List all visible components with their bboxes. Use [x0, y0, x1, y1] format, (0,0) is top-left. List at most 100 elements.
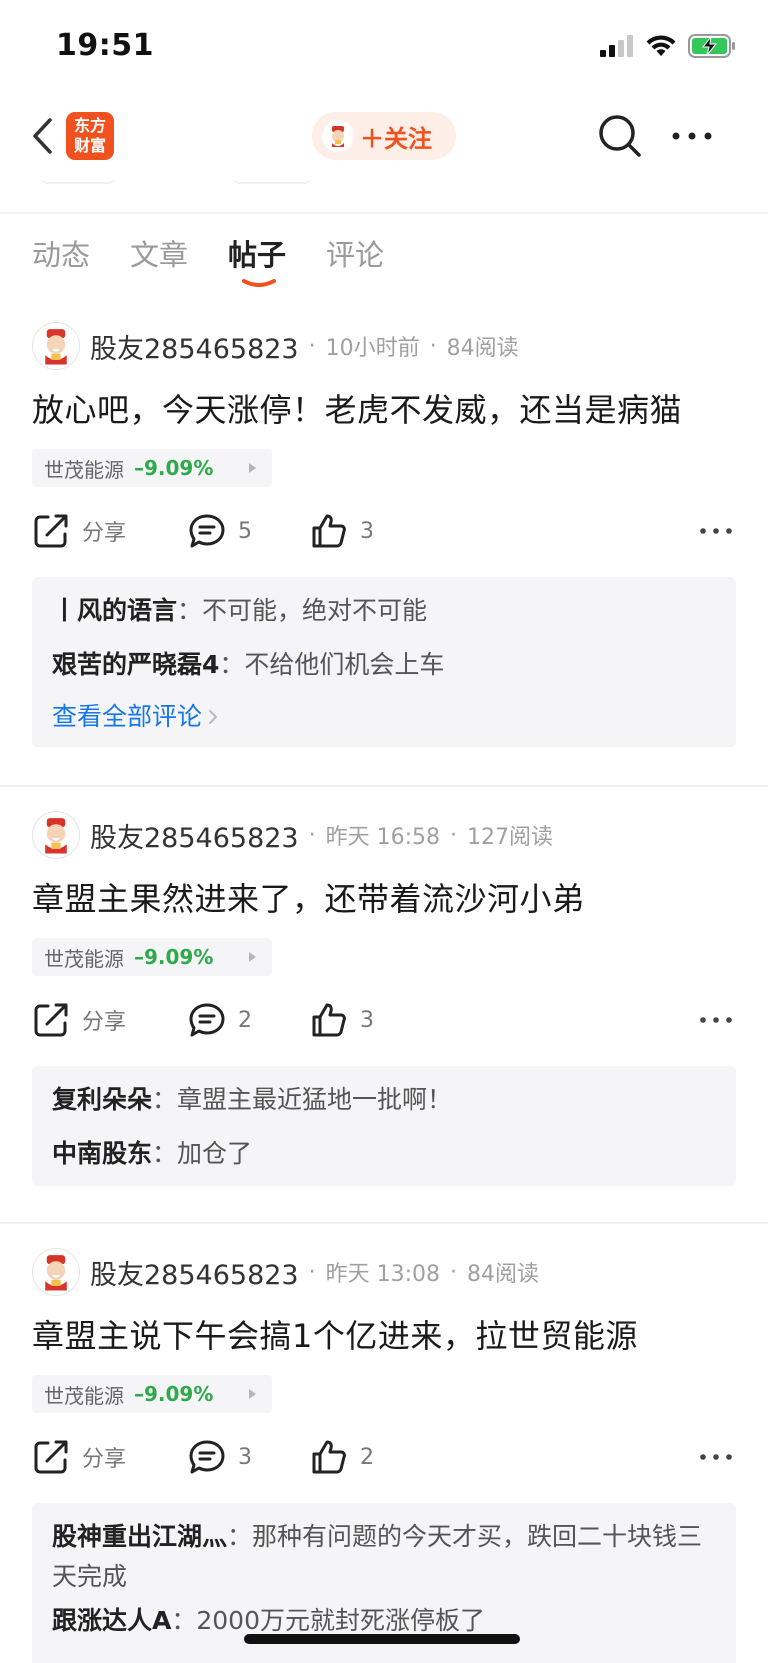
comment-text: ：2000万元就封死涨停板了 — [171, 1606, 485, 1635]
comment-preview[interactable]: 复利朵朵：章盟主最近猛地一批啊！ 中南股东：加仓了 — [32, 1066, 736, 1186]
meta-separator: · — [308, 822, 316, 848]
comment-button[interactable]: 2 — [188, 996, 252, 1044]
post-more-button[interactable] — [696, 1000, 736, 1040]
post-more-button[interactable] — [696, 511, 736, 551]
post-header: 股友285465823 · 昨天 13:08 · 84阅读 — [32, 1247, 539, 1297]
comment-button[interactable]: 3 — [188, 1433, 252, 1481]
profile-tabs: 动态 文章 帖子 评论 — [32, 232, 384, 288]
post-divider — [0, 785, 768, 787]
fortune-god-avatar-icon — [45, 329, 67, 365]
avatar[interactable] — [32, 811, 80, 859]
caret-right-icon — [249, 952, 256, 962]
meta-separator: · — [429, 333, 437, 359]
search-button[interactable] — [596, 112, 644, 160]
tab-comments[interactable]: 评论 — [326, 232, 384, 288]
tab-dynamics[interactable]: 动态 — [32, 232, 90, 288]
post-actions: 分享 3 2 — [32, 1433, 736, 1481]
post-header: 股友285465823 · 10小时前 · 84阅读 — [32, 321, 519, 371]
caret-right-icon — [249, 1389, 256, 1399]
view-all-comments-link[interactable]: 查看全部评论 — [52, 699, 716, 735]
stock-name: 世茂能源 — [44, 457, 124, 482]
thumbs-up-icon — [312, 514, 346, 548]
comment-user: 跟涨达人A — [52, 1606, 172, 1635]
post-card[interactable]: 股友285465823 · 昨天 16:58 · 127阅读 章盟主果然进来了，… — [0, 810, 768, 1210]
post-title[interactable]: 章盟主说下午会搞1个亿进来，拉世贸能源 — [32, 1311, 638, 1357]
app-logo[interactable]: 东方 财富 — [66, 112, 114, 160]
comment-count: 2 — [238, 1007, 252, 1033]
stock-tag[interactable]: 世茂能源 –9.09% — [32, 938, 272, 976]
tab-articles[interactable]: 文章 — [130, 232, 188, 288]
share-label: 分享 — [82, 521, 127, 546]
like-button[interactable]: 2 — [310, 1433, 374, 1481]
meta-separator: · — [450, 822, 458, 848]
chevron-right-icon — [209, 710, 218, 724]
username[interactable]: 股友285465823 — [90, 327, 299, 366]
post-title[interactable]: 放心吧，今天涨停！老虎不发威，还当是病猫 — [32, 385, 682, 431]
post-time: 昨天 16:58 — [325, 825, 441, 850]
divider — [0, 212, 768, 214]
stock-name: 世茂能源 — [44, 946, 124, 971]
stock-tag[interactable]: 世茂能源 –9.09% — [32, 1375, 272, 1413]
avatar[interactable] — [32, 1248, 80, 1296]
like-count: 2 — [360, 1444, 374, 1470]
share-label: 分享 — [82, 1447, 127, 1472]
like-button[interactable]: 3 — [310, 996, 374, 1044]
stock-name: 世茂能源 — [44, 1383, 124, 1408]
back-button[interactable] — [24, 114, 60, 158]
caret-right-icon — [249, 463, 256, 473]
comment-item[interactable]: 股神重出江湖灬：那种有问题的今天才买，跌回二十块钱三天完成 — [52, 1517, 716, 1597]
comment-preview[interactable]: 丨风的语言：不可能，绝对不可能 艰苦的严晓磊4：不给他们机会上车 查看全部评论 — [32, 577, 736, 747]
more-horizontal-icon — [700, 1454, 732, 1460]
more-button[interactable] — [668, 116, 716, 156]
comment-button[interactable]: 5 — [188, 507, 252, 555]
comment-user: 股神重出江湖灬 — [52, 1522, 228, 1551]
view-all-label: 查看全部评论 — [52, 702, 203, 731]
post-header: 股友285465823 · 昨天 16:58 · 127阅读 — [32, 810, 553, 860]
username[interactable]: 股友285465823 — [90, 816, 299, 855]
user-avatar-small — [322, 120, 354, 152]
share-icon — [34, 1003, 68, 1037]
stock-change: –9.09% — [134, 456, 214, 480]
share-label: 分享 — [82, 1010, 127, 1035]
post-time: 10小时前 — [325, 336, 420, 361]
post-card[interactable]: 股友285465823 · 10小时前 · 84阅读 放心吧，今天涨停！老虎不发… — [0, 321, 768, 761]
comment-icon — [189, 514, 225, 548]
follow-label: ＋关注 — [360, 124, 432, 153]
post-title[interactable]: 章盟主果然进来了，还带着流沙河小弟 — [32, 874, 585, 920]
share-button[interactable]: 分享 — [32, 507, 126, 555]
chevron-left-icon — [33, 118, 52, 154]
stock-tag[interactable]: 世茂能源 –9.09% — [32, 449, 272, 487]
more-horizontal-icon — [700, 528, 732, 534]
comment-item[interactable]: 中南股东：加仓了 — [52, 1134, 716, 1174]
meta-separator: · — [308, 333, 316, 359]
fortune-god-avatar-icon — [45, 818, 67, 854]
stock-change: –9.09% — [134, 945, 214, 969]
meta-separator: · — [308, 1259, 316, 1285]
post-actions: 分享 2 3 — [32, 996, 736, 1044]
post-card[interactable]: 股友285465823 · 昨天 13:08 · 84阅读 章盟主说下午会搞1个… — [0, 1247, 768, 1663]
read-count: 84阅读 — [446, 336, 519, 361]
post-more-button[interactable] — [696, 1437, 736, 1477]
username[interactable]: 股友285465823 — [90, 1253, 299, 1292]
comment-user: 复利朵朵 — [52, 1085, 153, 1114]
follow-button[interactable]: ＋关注 — [312, 112, 456, 160]
share-button[interactable]: 分享 — [32, 996, 126, 1044]
tab-posts[interactable]: 帖子 — [228, 232, 286, 288]
comment-item[interactable]: 丨风的语言：不可能，绝对不可能 — [52, 591, 716, 631]
share-icon — [34, 514, 68, 548]
logo-line1: 东方 — [73, 116, 106, 135]
more-horizontal-icon — [700, 1017, 732, 1023]
avatar[interactable] — [32, 322, 80, 370]
read-count: 84阅读 — [467, 1262, 540, 1287]
comment-item[interactable]: 艰苦的严晓磊4：不给他们机会上车 — [52, 645, 716, 685]
comment-item[interactable]: 复利朵朵：章盟主最近猛地一批啊！ — [52, 1080, 716, 1120]
share-button[interactable]: 分享 — [32, 1433, 126, 1481]
comment-icon — [189, 1003, 225, 1037]
comment-text: ：不可能，绝对不可能 — [177, 596, 428, 625]
like-button[interactable]: 3 — [310, 507, 374, 555]
comment-user: 中南股东 — [52, 1139, 153, 1168]
fortune-god-avatar-icon — [45, 1255, 67, 1291]
logo-line2: 财富 — [73, 136, 106, 155]
post-actions: 分享 5 3 — [32, 507, 736, 555]
fortune-god-avatar-icon — [326, 124, 350, 148]
